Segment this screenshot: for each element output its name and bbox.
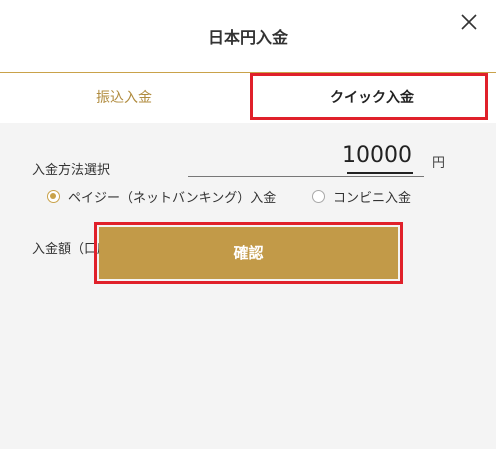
amount-input[interactable]	[210, 142, 414, 169]
tab-bank-transfer[interactable]: 振込入金	[0, 73, 248, 123]
close-icon	[461, 14, 477, 30]
deposit-method-label: 入金方法選択	[32, 163, 111, 178]
confirm-button[interactable]: 確認	[99, 227, 398, 279]
radio-convenience-store-label: コンビニ入金	[333, 191, 412, 206]
dialog-header: 日本円入金	[0, 0, 496, 72]
radio-unchecked-icon[interactable]	[312, 190, 325, 203]
radio-payeasy[interactable]: ペイジー（ネットバンキング）入金	[47, 187, 276, 206]
radio-payeasy-label: ペイジー（ネットバンキング）入金	[68, 191, 277, 206]
currency-unit: 円	[432, 156, 446, 171]
radio-checked-icon[interactable]	[47, 190, 60, 203]
tab-quick-deposit[interactable]: クイック入金	[248, 73, 496, 123]
close-button[interactable]	[455, 8, 483, 36]
amount-text-underline	[347, 172, 413, 174]
radio-convenience-store[interactable]: コンビニ入金	[312, 187, 411, 206]
deposit-tabs: 振込入金 クイック入金	[0, 72, 496, 123]
dialog-title: 日本円入金	[207, 28, 288, 47]
deposit-dialog: 日本円入金 振込入金 クイック入金 入金方法選択 ペイジー（ネットバンキング）入…	[0, 0, 496, 449]
